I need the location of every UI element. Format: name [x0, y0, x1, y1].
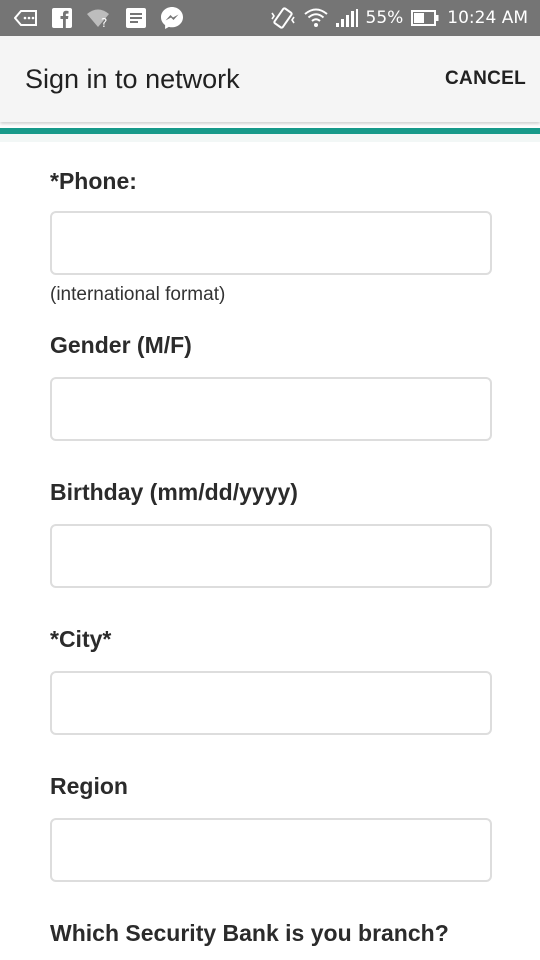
wifi-icon — [303, 8, 328, 28]
clock-time: 10:24 AM — [447, 8, 528, 28]
signal-icon — [335, 9, 358, 27]
gender-label: Gender (M/F) — [50, 332, 192, 358]
phone-helper-text: (international format) — [50, 284, 226, 305]
accent-shadow — [0, 134, 540, 142]
status-bar-notifications: ? — [14, 6, 198, 30]
gender-input[interactable] — [50, 377, 492, 441]
status-bar-system: 55% 10:24 AM — [262, 7, 528, 29]
region-label: Region — [50, 773, 128, 799]
facebook-icon — [52, 8, 72, 28]
keyboard-back-icon — [14, 10, 38, 26]
phone-input[interactable] — [50, 211, 492, 275]
cancel-button[interactable]: CANCEL — [445, 60, 526, 98]
wifi-question-icon: ? — [86, 8, 112, 28]
battery-percent: 55% — [365, 8, 404, 28]
registration-form: *Phone: (international format) Gender (M… — [50, 160, 492, 947]
svg-text:?: ? — [101, 16, 107, 28]
app-bar: Sign in to network CANCEL — [0, 36, 540, 122]
region-input[interactable] — [50, 818, 492, 882]
messenger-icon — [160, 6, 184, 30]
battery-icon — [411, 10, 439, 26]
city-input[interactable] — [50, 671, 492, 735]
news-icon — [126, 8, 146, 28]
city-label: *City* — [50, 626, 112, 652]
status-bar: ? 55% 10:24 AM — [0, 0, 540, 36]
branch-label: Which Security Bank is you branch? — [50, 920, 449, 946]
phone-label: *Phone: — [50, 168, 137, 194]
birthday-input[interactable] — [50, 524, 492, 588]
page-title: Sign in to network — [25, 63, 240, 94]
birthday-label: Birthday (mm/dd/yyyy) — [50, 479, 298, 505]
vibrate-icon — [270, 7, 296, 29]
